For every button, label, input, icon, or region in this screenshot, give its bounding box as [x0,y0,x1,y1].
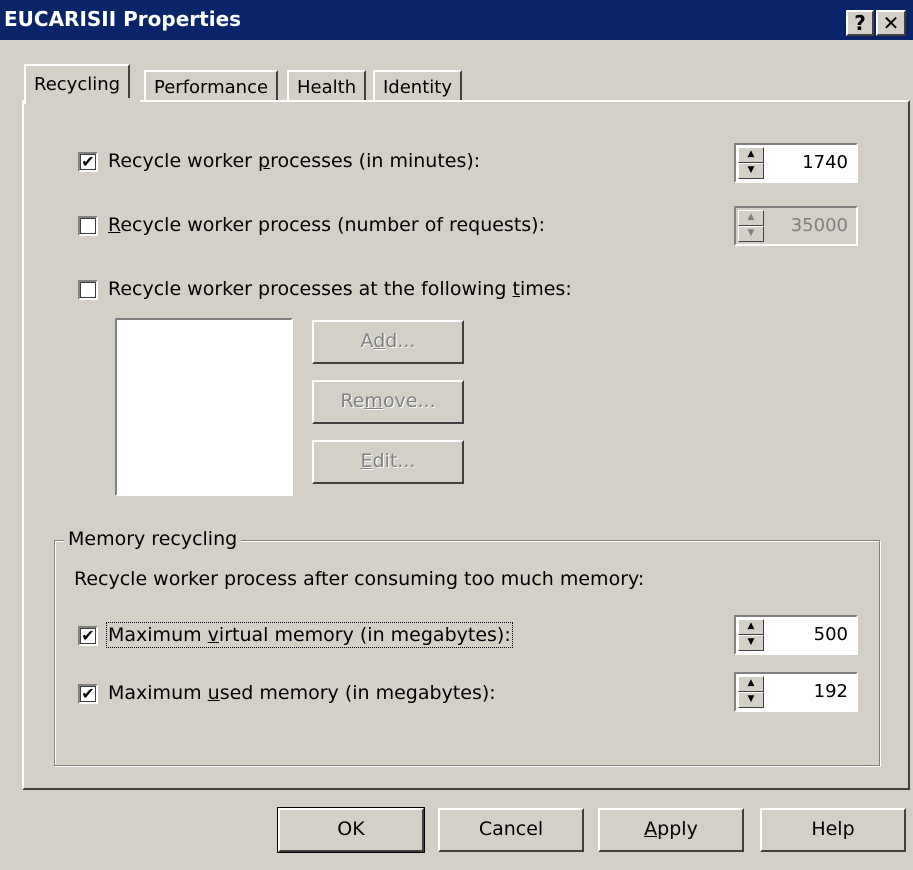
apply-button[interactable]: Apply [598,808,744,852]
recycle-requests-spinner[interactable]: ▲ ▼ 35000 [734,206,858,246]
recycle-times-list[interactable] [115,318,293,496]
edit-time-button[interactable]: Edit... [312,440,464,484]
spin-down-button[interactable]: ▼ [738,692,764,708]
check-icon: ✔ [81,626,95,645]
remove-time-button[interactable]: Remove... [312,380,464,424]
recycle-minutes-value[interactable]: 1740 [802,152,848,173]
active-tab-join [26,98,140,104]
max-virtual-memory-label: Maximum virtual memory (in megabytes): [106,622,513,648]
recycle-minutes-spinner[interactable]: ▲ ▼ 1740 [734,143,858,183]
window-title: EUCARISII Properties [4,7,242,31]
recycle-times-checkbox[interactable] [78,280,98,300]
close-button[interactable]: ✕ [876,10,906,36]
max-used-memory-spinner[interactable]: ▲ ▼ 192 [734,672,858,712]
help-button[interactable]: ? [846,10,874,36]
check-icon: ✔ [81,684,95,703]
memory-description: Recycle worker process after consuming t… [74,568,645,590]
spin-up-button[interactable]: ▲ [738,676,764,692]
max-used-memory-value[interactable]: 192 [814,681,848,702]
recycle-minutes-label: Recycle worker processes (in minutes): [108,150,481,172]
recycle-requests-checkbox[interactable] [78,216,98,236]
add-time-button[interactable]: Add... [312,320,464,364]
max-virtual-memory-spinner[interactable]: ▲ ▼ 500 [734,615,858,655]
spin-up-button[interactable]: ▲ [738,210,764,226]
max-used-memory-checkbox[interactable]: ✔ [78,684,98,704]
recycle-minutes-checkbox[interactable]: ✔ [78,152,98,172]
max-virtual-memory-checkbox[interactable]: ✔ [78,626,98,646]
ok-button[interactable]: OK [277,807,425,853]
tab-performance[interactable]: Performance [144,70,279,102]
spin-up-button[interactable]: ▲ [738,147,764,163]
close-icon: ✕ [882,11,900,35]
spin-down-button[interactable]: ▼ [738,163,764,179]
max-virtual-memory-value[interactable]: 500 [814,624,848,645]
help-footer-button[interactable]: Help [760,808,906,852]
spin-down-button[interactable]: ▼ [738,226,764,242]
recycle-requests-value[interactable]: 35000 [791,215,848,236]
cancel-button[interactable]: Cancel [438,808,584,852]
memory-recycling-title: Memory recycling [64,528,242,550]
recycle-times-label: Recycle worker processes at the followin… [108,278,572,300]
tab-identity[interactable]: Identity [373,70,462,102]
recycle-requests-label: Recycle worker process (number of reques… [108,214,545,236]
spin-down-button[interactable]: ▼ [738,635,764,651]
spin-up-button[interactable]: ▲ [738,619,764,635]
tab-health[interactable]: Health [287,70,367,102]
check-icon: ✔ [81,152,95,171]
title-bar: EUCARISII Properties ? ✕ [0,0,913,40]
max-used-memory-label: Maximum used memory (in megabytes): [108,682,496,704]
